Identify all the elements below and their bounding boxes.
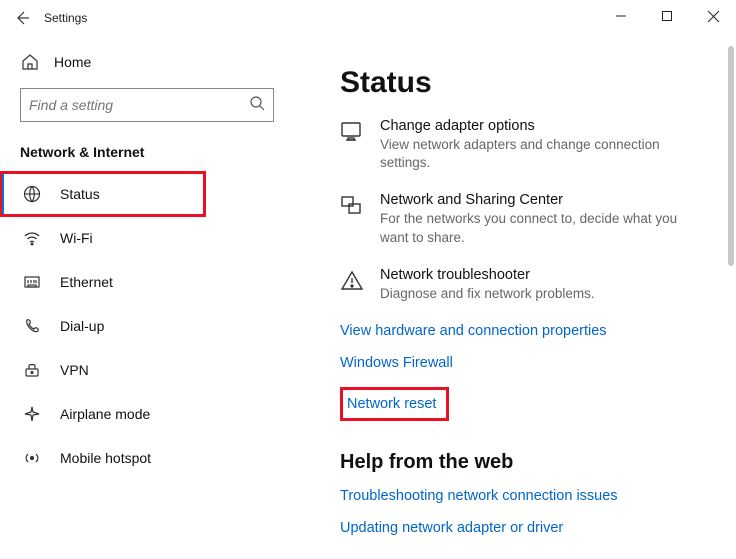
wifi-icon bbox=[22, 228, 42, 248]
sharing-icon bbox=[340, 194, 366, 220]
monitor-icon bbox=[340, 120, 366, 146]
ethernet-icon bbox=[22, 272, 42, 292]
nav-group-title: Network & Internet bbox=[0, 134, 320, 172]
home-label: Home bbox=[54, 54, 91, 70]
sidebar-item-label: Status bbox=[60, 186, 100, 202]
sidebar-item-airplane[interactable]: Airplane mode bbox=[0, 392, 320, 436]
option-desc: Diagnose and fix network problems. bbox=[380, 285, 595, 303]
sidebar-item-label: Mobile hotspot bbox=[60, 450, 151, 466]
sidebar-item-label: Ethernet bbox=[60, 274, 113, 290]
link-firewall[interactable]: Windows Firewall bbox=[340, 355, 736, 371]
link-network-reset[interactable]: Network reset bbox=[347, 396, 436, 412]
help-section-title: Help from the web bbox=[340, 451, 736, 474]
maximize-button[interactable] bbox=[644, 0, 690, 32]
sidebar-item-hotspot[interactable]: Mobile hotspot bbox=[0, 436, 320, 480]
sidebar-item-status[interactable]: Status bbox=[0, 172, 205, 216]
sidebar-item-ethernet[interactable]: Ethernet bbox=[0, 260, 320, 304]
minimize-button[interactable] bbox=[598, 0, 644, 32]
sidebar-item-dialup[interactable]: Dial-up bbox=[0, 304, 320, 348]
hotspot-icon bbox=[22, 448, 42, 468]
option-adapter[interactable]: Change adapter options View network adap… bbox=[340, 118, 736, 172]
option-title: Change adapter options bbox=[380, 118, 706, 134]
sidebar-item-vpn[interactable]: VPN bbox=[0, 348, 320, 392]
option-title: Network and Sharing Center bbox=[380, 192, 706, 208]
back-button[interactable] bbox=[2, 0, 42, 36]
sidebar-item-label: Dial-up bbox=[60, 318, 104, 334]
globe-icon bbox=[22, 184, 42, 204]
search-input[interactable] bbox=[20, 88, 274, 122]
home-link[interactable]: Home bbox=[0, 44, 320, 80]
search-icon bbox=[249, 95, 265, 116]
main-content: Status Change adapter options View netwo… bbox=[320, 36, 736, 559]
sidebar-item-wifi[interactable]: Wi-Fi bbox=[0, 216, 320, 260]
sidebar-item-label: VPN bbox=[60, 362, 89, 378]
sidebar: Home Network & Internet Status bbox=[0, 36, 320, 559]
window-title: Settings bbox=[44, 11, 87, 25]
option-desc: For the networks you connect to, decide … bbox=[380, 210, 706, 246]
option-sharing[interactable]: Network and Sharing Center For the netwo… bbox=[340, 192, 736, 246]
airplane-icon bbox=[22, 404, 42, 424]
option-title: Network troubleshooter bbox=[380, 267, 595, 283]
vpn-icon bbox=[22, 360, 42, 380]
link-hardware-props[interactable]: View hardware and connection properties bbox=[340, 323, 736, 339]
link-help-troubleshoot[interactable]: Troubleshooting network connection issue… bbox=[340, 488, 736, 504]
search-field[interactable] bbox=[29, 97, 249, 113]
close-button[interactable] bbox=[690, 0, 736, 32]
warning-icon bbox=[340, 269, 366, 295]
phone-icon bbox=[22, 316, 42, 336]
sidebar-item-label: Wi-Fi bbox=[60, 230, 93, 246]
sidebar-item-label: Airplane mode bbox=[60, 406, 150, 422]
scrollbar[interactable] bbox=[728, 46, 734, 266]
link-help-update-driver[interactable]: Updating network adapter or driver bbox=[340, 520, 736, 536]
titlebar: Settings bbox=[0, 0, 736, 36]
page-title: Status bbox=[340, 66, 736, 100]
home-icon bbox=[20, 52, 40, 72]
option-desc: View network adapters and change connect… bbox=[380, 136, 706, 172]
window-controls bbox=[598, 0, 736, 32]
option-troubleshooter[interactable]: Network troubleshooter Diagnose and fix … bbox=[340, 267, 736, 303]
